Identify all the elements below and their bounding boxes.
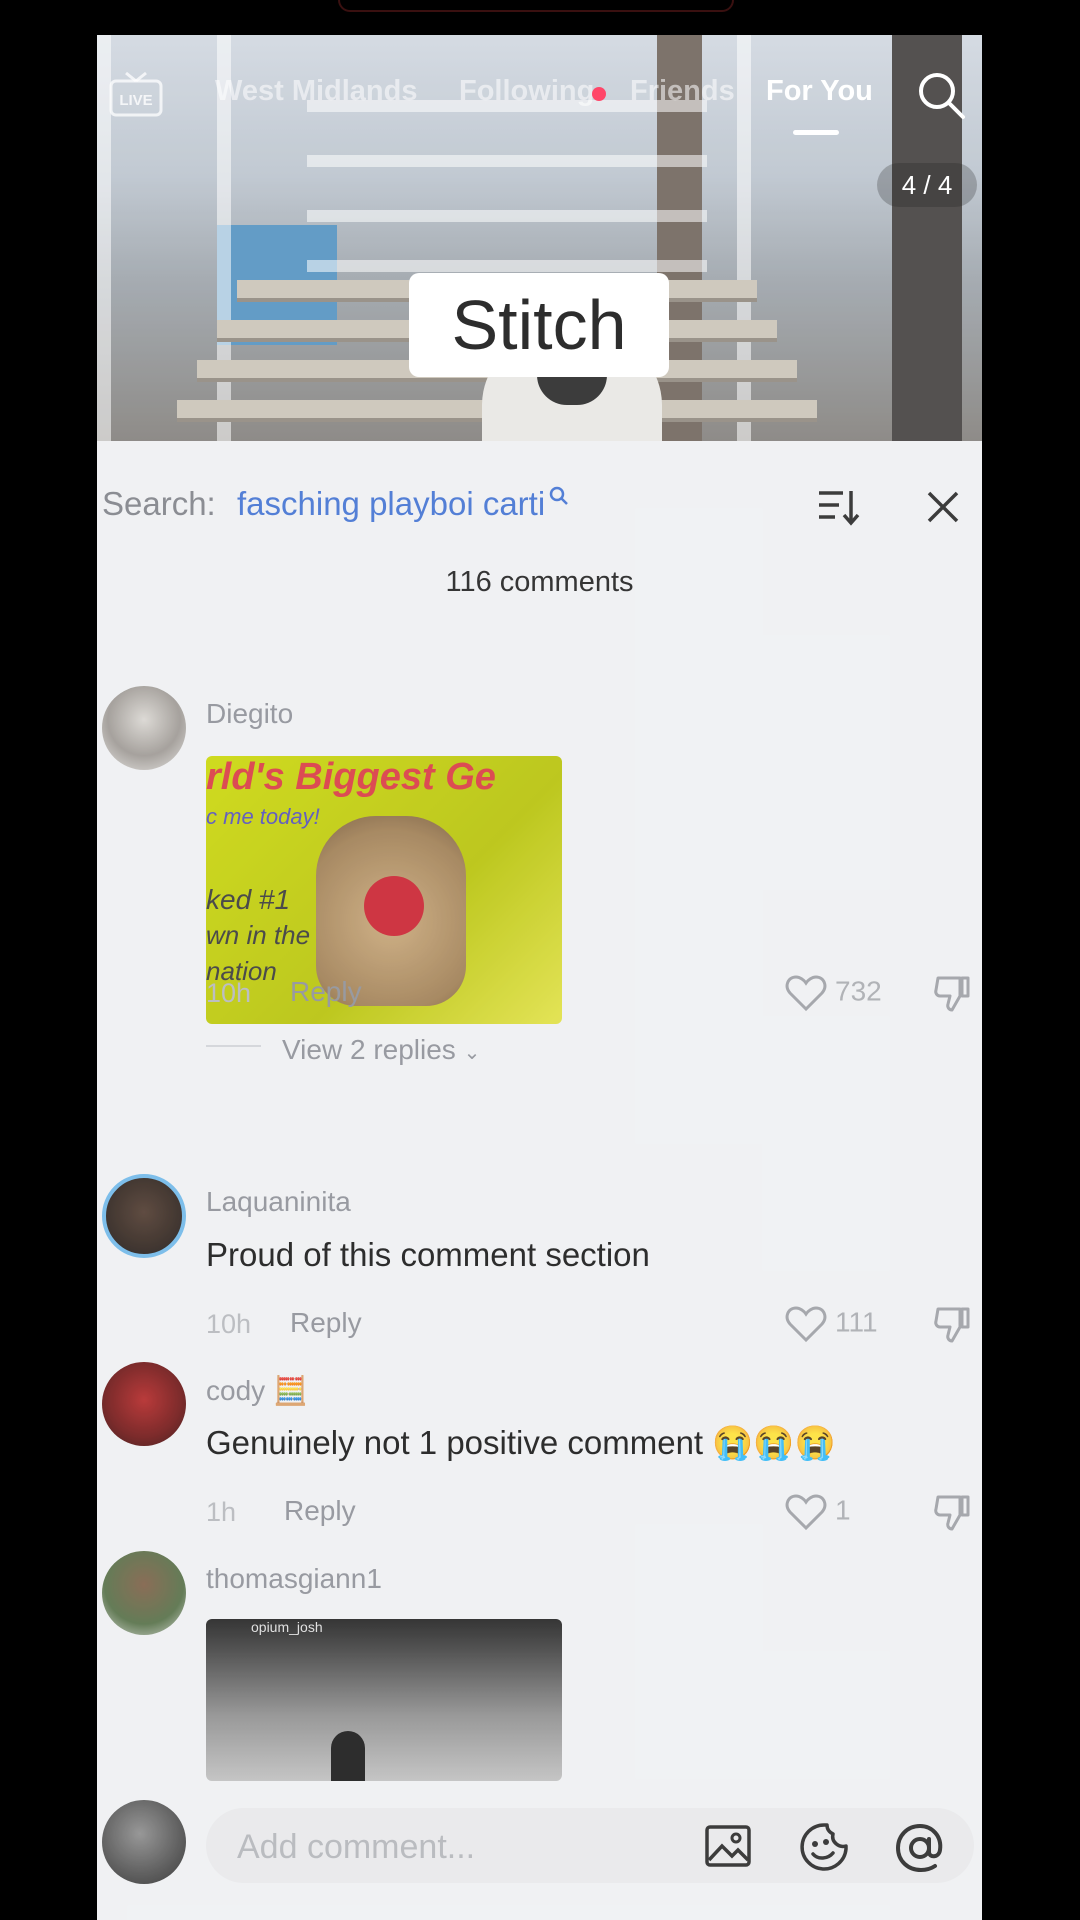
media-caption: opium_josh bbox=[251, 1619, 323, 1635]
railing-bar bbox=[307, 155, 707, 167]
comment-item: cody 🧮 Genuinely not 1 positive comment … bbox=[97, 1362, 982, 1552]
railing-bar bbox=[307, 210, 707, 222]
comment-input[interactable]: Add comment... bbox=[237, 1828, 475, 1867]
comment-composer: Add comment... bbox=[97, 1792, 982, 1920]
chevron-down-icon: ⌄ bbox=[463, 1042, 481, 1064]
like-count: 1 bbox=[835, 1494, 851, 1526]
comment-count: 116 comments bbox=[445, 566, 634, 598]
device-notch bbox=[338, 0, 734, 12]
abacus-emoji: 🧮 bbox=[272, 1375, 308, 1406]
active-tab-indicator bbox=[793, 130, 839, 135]
comment-username[interactable]: Laquaninita bbox=[206, 1186, 351, 1218]
stitch-label: Stitch bbox=[409, 273, 669, 377]
heart-icon bbox=[785, 1306, 827, 1343]
thumbs-down-icon bbox=[934, 976, 970, 1012]
sort-button[interactable] bbox=[815, 483, 863, 531]
comment-username[interactable]: Diegito bbox=[206, 698, 293, 730]
view-replies-button[interactable]: View 2 replies ⌄ bbox=[282, 1034, 480, 1066]
search-label: Search: bbox=[102, 485, 216, 522]
video-player[interactable]: LIVE West Midlands Following Friends For… bbox=[97, 35, 982, 441]
image-button[interactable] bbox=[704, 1822, 752, 1870]
app-screen: LIVE West Midlands Following Friends For… bbox=[97, 35, 982, 1920]
notification-dot bbox=[592, 87, 606, 101]
live-tv-icon: LIVE bbox=[109, 71, 163, 117]
image-icon bbox=[705, 1825, 751, 1867]
top-navigation: LIVE West Midlands Following Friends For… bbox=[97, 65, 982, 119]
close-icon bbox=[927, 491, 959, 523]
reply-button[interactable]: Reply bbox=[290, 1307, 362, 1339]
media-text: wn in the bbox=[206, 920, 311, 950]
username-text: cody bbox=[206, 1375, 266, 1406]
avatar[interactable] bbox=[102, 1362, 186, 1446]
comment-item: thomasgiann1 opium_josh bbox=[97, 1551, 982, 1781]
search-icon bbox=[549, 486, 569, 505]
comment-item: Diegito rld's Biggest Ge c me today! ked… bbox=[97, 686, 982, 1065]
live-button[interactable]: LIVE bbox=[109, 71, 163, 117]
dislike-button[interactable] bbox=[932, 974, 972, 1019]
dislike-button[interactable] bbox=[932, 1493, 972, 1538]
tab-following[interactable]: Following bbox=[459, 75, 594, 108]
comment-username[interactable]: thomasgiann1 bbox=[206, 1563, 382, 1595]
comment-time: 1h bbox=[206, 1497, 237, 1527]
like-count: 732 bbox=[835, 975, 882, 1007]
search-term-link[interactable]: fasching playboi carti bbox=[237, 485, 571, 523]
mention-icon bbox=[895, 1823, 943, 1873]
reply-button[interactable]: Reply bbox=[290, 976, 362, 1008]
like-button[interactable]: 1 bbox=[785, 1493, 851, 1531]
comment-time: 10h bbox=[206, 1309, 252, 1339]
media-text: ked #1 bbox=[206, 884, 291, 915]
replies-divider bbox=[206, 1045, 261, 1047]
comments-sheet: Search: fasching playboi carti 116 comme… bbox=[97, 441, 982, 1920]
cartoon-nose bbox=[364, 876, 424, 936]
slide-counter: 4 / 4 bbox=[877, 163, 977, 207]
comment-text: Proud of this comment section bbox=[206, 1236, 650, 1273]
search-term-text: fasching playboi carti bbox=[237, 485, 546, 522]
media-subline: c me today! bbox=[206, 804, 320, 829]
reply-button[interactable]: Reply bbox=[284, 1495, 356, 1527]
avatar[interactable] bbox=[102, 1551, 186, 1635]
search-button[interactable] bbox=[915, 69, 967, 121]
railing-bar bbox=[307, 260, 707, 272]
avatar[interactable] bbox=[102, 1800, 186, 1884]
sticker-icon bbox=[800, 1823, 848, 1871]
sticker-button[interactable] bbox=[799, 1822, 849, 1872]
view-replies-label: View 2 replies bbox=[282, 1034, 456, 1065]
like-button[interactable]: 732 bbox=[785, 974, 882, 1012]
like-button[interactable]: 111 bbox=[785, 1305, 878, 1343]
comment-media[interactable]: rld's Biggest Ge c me today! ked #1 wn i… bbox=[206, 756, 562, 1024]
avatar[interactable] bbox=[102, 686, 186, 770]
media-figure bbox=[331, 1731, 365, 1781]
comment-item: Laquaninita Proud of this comment sectio… bbox=[97, 1174, 982, 1364]
tab-friends[interactable]: Friends bbox=[630, 75, 735, 108]
comment-text: Genuinely not 1 positive comment 😭😭😭 bbox=[206, 1424, 836, 1461]
tab-for-you[interactable]: For You bbox=[766, 75, 873, 108]
comment-time: 10h bbox=[206, 978, 252, 1008]
dislike-button[interactable] bbox=[932, 1305, 972, 1350]
svg-text:LIVE: LIVE bbox=[119, 92, 152, 109]
avatar[interactable] bbox=[102, 1174, 186, 1258]
comment-search-row: Search: fasching playboi carti bbox=[97, 481, 982, 531]
thumbs-down-icon bbox=[934, 1307, 970, 1343]
search-icon bbox=[919, 73, 965, 119]
like-count: 111 bbox=[835, 1306, 878, 1338]
close-button[interactable] bbox=[923, 487, 963, 527]
thumbs-down-icon bbox=[934, 1495, 970, 1531]
heart-icon bbox=[785, 1494, 827, 1531]
comment-media[interactable]: opium_josh bbox=[206, 1619, 562, 1781]
mention-button[interactable] bbox=[894, 1822, 946, 1874]
comment-username[interactable]: cody 🧮 bbox=[206, 1374, 308, 1407]
tab-west-midlands[interactable]: West Midlands bbox=[215, 75, 418, 108]
heart-icon bbox=[785, 975, 827, 1012]
sort-icon bbox=[819, 491, 860, 526]
media-headline: rld's Biggest Ge bbox=[206, 756, 496, 798]
